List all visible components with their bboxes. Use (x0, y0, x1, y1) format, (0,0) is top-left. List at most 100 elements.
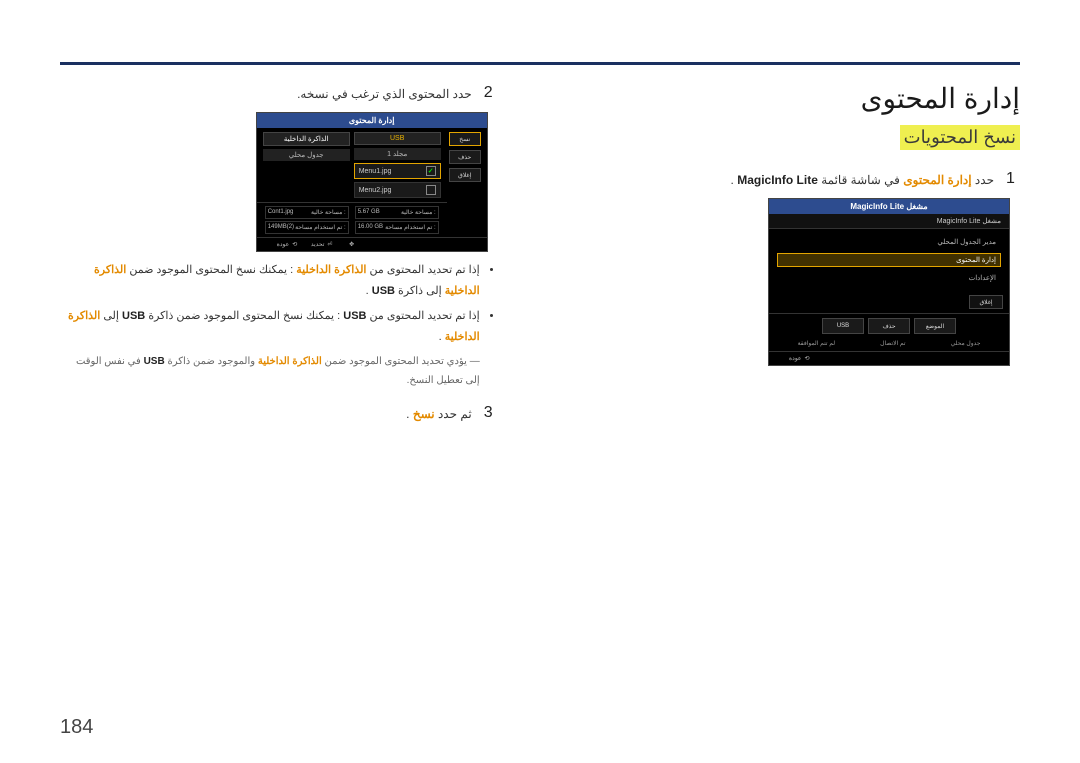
panel1-side: إغلاق (769, 291, 1009, 313)
checkbox-icon[interactable]: ✓ (426, 166, 436, 176)
n2-b2: USB (122, 310, 145, 322)
panel2-file-2[interactable]: Menu2.jpg (354, 182, 441, 198)
panel1-lbl2: تم الاتصال (880, 340, 905, 347)
note-3: ― يؤدي تحديد المحتوى الموجود ضمن الذاكرة… (60, 352, 480, 390)
step-1-text: حدد إدارة المحتوى في شاشة قائمة MagicInf… (731, 170, 994, 190)
panel2-file-1[interactable]: Menu1.jpg ✓ (354, 163, 441, 179)
left-column: 2 حدد المحتوى الذي ترغب في نسخه. إدارة ا… (60, 78, 498, 432)
panel2-free: 5.67 GB مساحة خالية : (355, 206, 439, 219)
panel2-close-button[interactable]: إغلاق (449, 168, 481, 182)
n3-b: USB (144, 356, 165, 367)
panel1-sub: مشغل MagicInfo Lite (769, 214, 1009, 229)
panel2-foot-back[interactable]: عودة (277, 241, 298, 248)
panel2-cols: USB مجلد 1 Menu1.jpg ✓ Menu2.jpg (257, 128, 447, 202)
panel2-usb-sub: مجلد 1 (354, 148, 441, 160)
panel2-free-lbl: مساحة خالية : (401, 209, 436, 216)
page-number: 184 (60, 716, 93, 739)
checkbox-icon[interactable] (426, 185, 436, 195)
panel1-foot: عودة (769, 351, 1009, 365)
n1-b: USB (372, 285, 395, 297)
panel2-internal-sub: جدول محلي (263, 149, 350, 161)
n2-t1: إذا تم تحديد المحتوى من (366, 310, 479, 322)
section-title: نسخ المحتويات (900, 125, 1020, 150)
step-3: 3 ثم حدد نسخ . (60, 404, 498, 424)
panel1-foot-back[interactable]: عودة (789, 355, 810, 362)
n1-t2: : يمكنك نسخ المحتوى الموجود ضمن (126, 264, 293, 276)
step1-suffix: . (731, 173, 734, 187)
panel2-used2-val: 149MB(2) (268, 224, 294, 231)
panel1-item-scheduler[interactable]: مدير الجدول المحلي (777, 235, 1001, 249)
panel1-btn-position[interactable]: الموضع (914, 318, 956, 334)
step1-bold: MagicInfo Lite (737, 173, 818, 187)
n1-t4: . (366, 285, 369, 297)
panel2-copy-button[interactable]: نسخ (449, 132, 481, 146)
step3-prefix: ثم حدد (435, 407, 472, 421)
panel2-free2: Cont1.jpg مساحة خالية : (265, 206, 349, 219)
n2-b1: USB (343, 310, 366, 322)
panel2-free2-val: Cont1.jpg (268, 209, 294, 216)
step1-accent: إدارة المحتوى (903, 173, 971, 187)
panel2-foot: تحديد عودة (257, 237, 487, 251)
panel1-title: مشغل MagicInfo Lite (769, 199, 1009, 214)
n2-t3: إلى (100, 310, 119, 322)
panel1-btn-row: الموضع حذف USB (769, 313, 1009, 338)
n3-t2: والموجود ضمن ذاكرة (165, 356, 255, 367)
step-1: 1 حدد إدارة المحتوى في شاشة قائمة MagicI… (534, 170, 1020, 190)
panel1-labels: جدول محلي تم الاتصال لم تتم الموافقة (769, 338, 1009, 351)
step-3-number: 3 (484, 404, 498, 424)
content-columns: إدارة المحتوى نسخ المحتويات 1 حدد إدارة … (60, 78, 1020, 432)
step-2: 2 حدد المحتوى الذي ترغب في نسخه. (60, 84, 498, 104)
n1-t3: إلى ذاكرة (395, 285, 442, 297)
notes-list: إذا تم تحديد المحتوى من الذاكرة الداخلية… (60, 260, 498, 390)
panel2-foot-select[interactable]: تحديد (311, 241, 333, 248)
panel2-meta: 5.67 GB مساحة خالية : Cont1.jpg مساحة خا… (257, 202, 447, 237)
panel1-item-settings[interactable]: الإعدادات (777, 271, 1001, 285)
panel2-side-buttons: نسخ حذف إغلاق (447, 128, 487, 186)
panel2-title: إدارة المحتوى (257, 113, 487, 128)
n2-t4: . (439, 331, 442, 343)
panel2-col-usb: USB مجلد 1 Menu1.jpg ✓ Menu2.jpg (354, 132, 441, 198)
step3-accent: نسخ (413, 407, 435, 421)
panel1-close-button[interactable]: إغلاق (969, 295, 1003, 309)
note-1: إذا تم تحديد المحتوى من الذاكرة الداخلية… (60, 260, 480, 302)
panel1-btn-delete[interactable]: حذف (868, 318, 910, 334)
top-rule (60, 62, 1020, 65)
note-2: إذا تم تحديد المحتوى من USB : يمكنك نسخ … (60, 306, 480, 348)
n3-t1: يؤدي تحديد المحتوى الموجود ضمن (322, 356, 467, 367)
step-1-number: 1 (1006, 170, 1020, 190)
n2-t2: : يمكنك نسخ المحتوى الموجود ضمن ذاكرة (145, 310, 340, 322)
step3-suffix: . (406, 407, 409, 421)
step-3-text: ثم حدد نسخ . (406, 404, 472, 424)
panel2-used: 16.00 GB تم استخدام مساحة : (355, 221, 439, 234)
n3-dash: ― (470, 356, 480, 367)
page-title: إدارة المحتوى (534, 82, 1020, 115)
panel2-col-internal: الذاكرة الداخلية جدول محلي (263, 132, 350, 198)
panel1-menu: مدير الجدول المحلي إدارة المحتوى الإعداد… (769, 229, 1009, 291)
step1-mid: في شاشة قائمة (818, 173, 900, 187)
n1-t1: إذا تم تحديد المحتوى من (366, 264, 479, 276)
step1-prefix: حدد (972, 173, 994, 187)
panel2-free2-lbl: مساحة خالية : (311, 209, 346, 216)
panel1-item-content-manager[interactable]: إدارة المحتوى (777, 253, 1001, 267)
panel2-file2-name: Menu2.jpg (359, 187, 392, 194)
panel2-used2-lbl: تم استخدام مساحة : (295, 224, 346, 231)
right-column: إدارة المحتوى نسخ المحتويات 1 حدد إدارة … (534, 78, 1020, 432)
panel1-btn-usb[interactable]: USB (822, 318, 864, 334)
panel2-used2: 149MB(2) تم استخدام مساحة : (265, 221, 349, 234)
panel2-file1-name: Menu1.jpg (359, 168, 392, 175)
panel2-used-val: 16.00 GB (358, 224, 383, 231)
panel2-usb-hdr[interactable]: USB (354, 132, 441, 145)
panel-content-manager: إدارة المحتوى نسخ حذف إغلاق USB مجلد 1 (256, 112, 488, 252)
n1-a1: الذاكرة الداخلية (296, 264, 366, 276)
panel2-internal-hdr[interactable]: الذاكرة الداخلية (263, 132, 350, 146)
panel2-used-lbl: تم استخدام مساحة : (385, 224, 436, 231)
step-2-text: حدد المحتوى الذي ترغب في نسخه. (297, 84, 472, 104)
panel2-delete-button[interactable]: حذف (449, 150, 481, 164)
panel1-lbl3: لم تتم الموافقة (798, 340, 835, 347)
panel2-foot-move-icon[interactable] (346, 241, 354, 248)
n3-a: الذاكرة الداخلية (258, 356, 322, 367)
panel1-lbl1: جدول محلي (951, 340, 981, 347)
panel2-free-val: 5.67 GB (358, 209, 380, 216)
panel-magicinfo-lite: مشغل MagicInfo Lite مشغل MagicInfo Lite … (768, 198, 1010, 366)
step-2-number: 2 (484, 84, 498, 104)
